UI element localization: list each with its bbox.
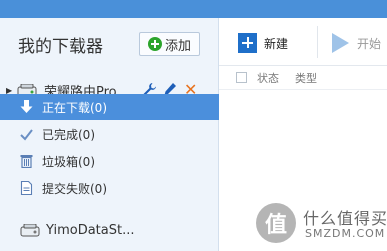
trash-icon	[20, 155, 33, 168]
add-button-label: 添加	[164, 38, 191, 54]
play-icon	[332, 33, 349, 53]
device-yimo-datastation[interactable]: YimoDataSt...	[0, 218, 219, 242]
watermark-text: 什么值得买	[303, 209, 387, 228]
toolbar: 新建 开始	[219, 18, 387, 66]
new-plus-icon	[238, 33, 257, 53]
sidebar-header: 我的下载器 添加	[0, 18, 219, 66]
watermark: 值 什么值得买 SMZDM.COM	[256, 199, 387, 251]
file-icon	[20, 181, 33, 195]
table-header: 状态 类型	[219, 66, 387, 90]
sidebar-title: 我的下载器	[18, 37, 103, 57]
sidebar-item-downloading[interactable]: 正在下载(0)	[0, 94, 219, 120]
select-all-checkbox[interactable]	[236, 72, 247, 83]
add-button[interactable]: 添加	[139, 32, 200, 56]
sidebar-item-label: 正在下载(0)	[42, 100, 107, 115]
start-button-label: 开始	[357, 36, 382, 51]
download-arrow-icon	[20, 100, 33, 113]
column-header-status[interactable]: 状态	[257, 70, 279, 86]
add-plus-icon	[147, 37, 162, 51]
watermark-logo: 值	[256, 203, 296, 243]
sidebar-item-trash[interactable]: 垃圾箱(0)	[0, 148, 219, 174]
start-button[interactable]: 开始	[332, 32, 381, 54]
toolbar-divider	[317, 26, 318, 58]
sidebar-item-label: 提交失败(0)	[42, 181, 107, 196]
sidebar-item-label: 垃圾箱(0)	[42, 154, 95, 169]
column-header-type[interactable]: 类型	[295, 70, 317, 86]
device-name: YimoDataSt...	[46, 222, 135, 238]
new-button-label: 新建	[264, 36, 289, 51]
storage-device-icon	[20, 224, 40, 237]
sidebar-item-label: 已完成(0)	[42, 127, 95, 142]
sidebar: 我的下载器 添加 ▶ 荣耀路由Pro... ✕ 正在下载(0) 已完成(0) 垃…	[0, 18, 219, 251]
watermark-domain: SMZDM.COM	[305, 227, 386, 240]
sidebar-item-completed[interactable]: 已完成(0)	[0, 121, 219, 147]
checkmark-icon	[20, 129, 33, 141]
new-button[interactable]: 新建	[238, 32, 288, 54]
window-top-bar	[0, 0, 387, 18]
sidebar-item-failed[interactable]: 提交失败(0)	[0, 175, 219, 201]
